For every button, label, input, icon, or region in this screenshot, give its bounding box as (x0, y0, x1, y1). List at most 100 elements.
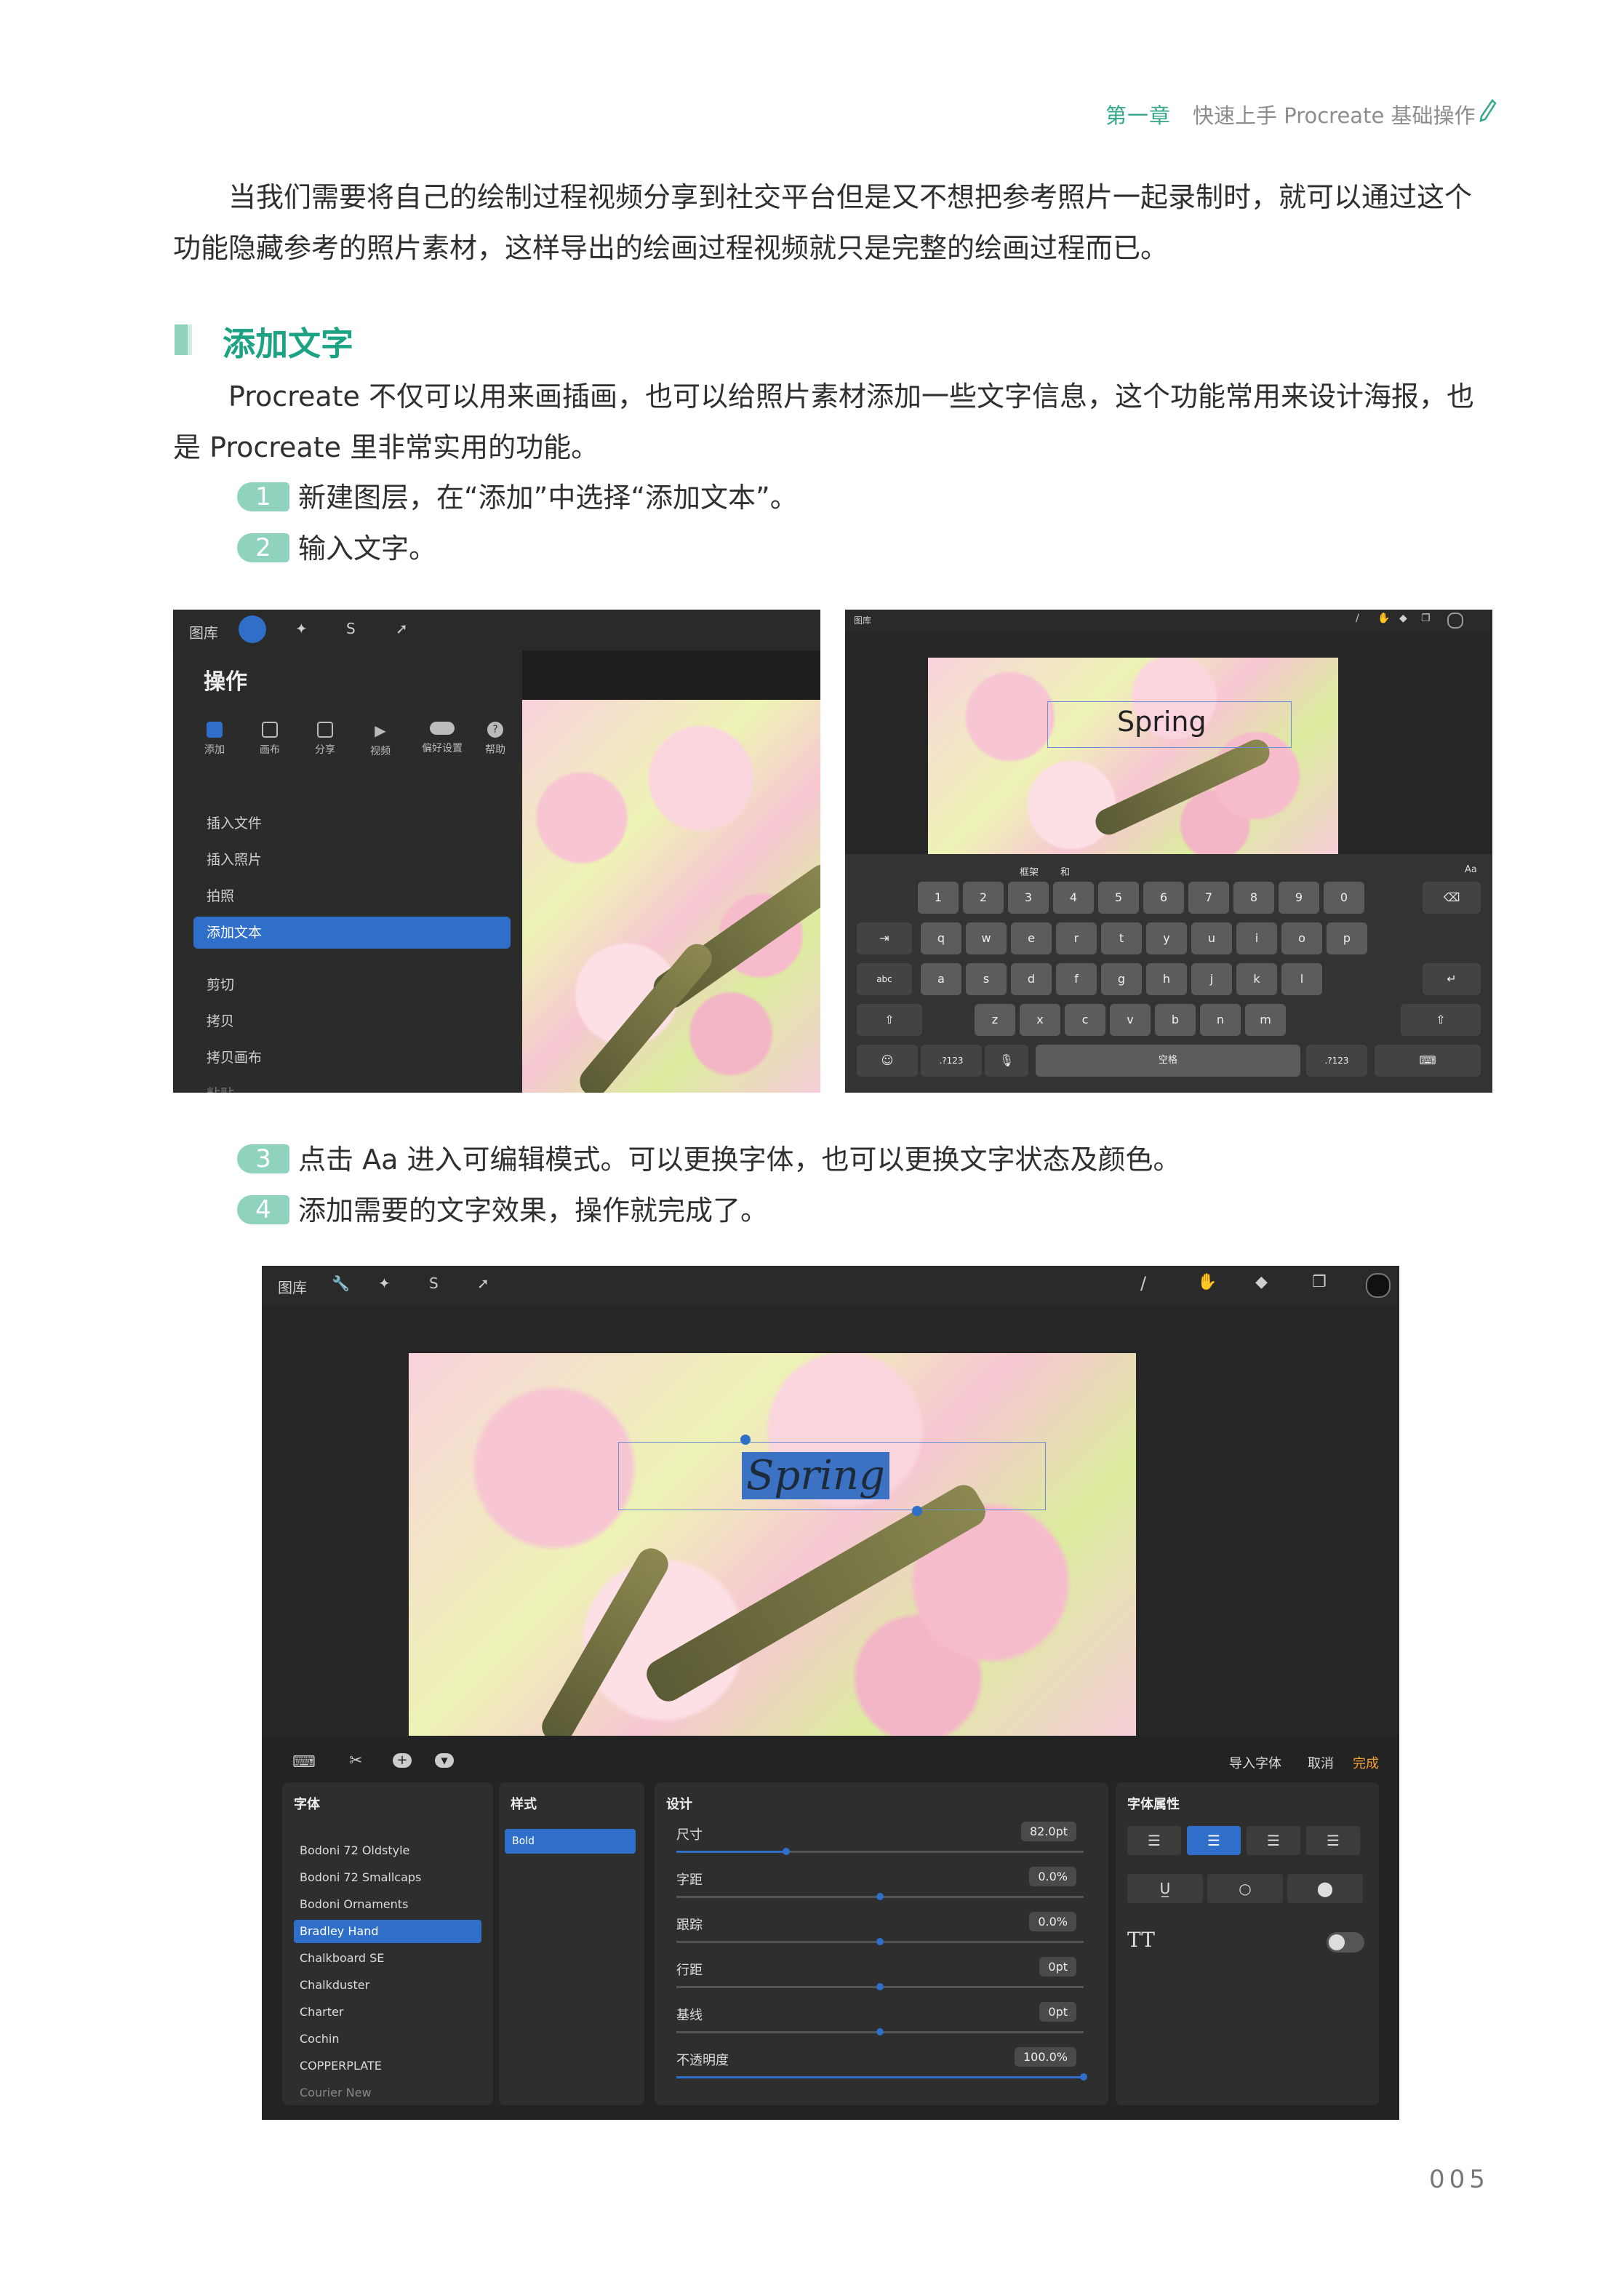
align-left-button[interactable]: ☰ (1127, 1826, 1181, 1855)
shift-key-right[interactable]: ⇧ (1401, 1004, 1481, 1036)
key-r[interactable]: r (1056, 922, 1097, 954)
brush-icon[interactable]: / (1356, 613, 1359, 624)
all-caps-toggle[interactable] (1327, 1932, 1364, 1953)
slider-value[interactable]: 82.0pt (1020, 1822, 1076, 1841)
wrench-icon[interactable] (239, 615, 266, 643)
key-o[interactable]: o (1281, 922, 1322, 954)
gallery-button[interactable]: 图库 (854, 614, 871, 626)
eraser-icon[interactable]: ◆ (1399, 613, 1407, 624)
key-a[interactable]: a (921, 963, 961, 995)
slider-value[interactable]: 0.0% (1029, 1912, 1076, 1931)
font-item[interactable]: Cochin (294, 2027, 481, 2051)
wrench-icon[interactable]: 🔧 (332, 1275, 350, 1292)
font-item[interactable]: Bodoni 72 Oldstyle (294, 1839, 481, 1862)
keyboard-dismiss-icon[interactable]: ⌨ (1375, 1045, 1481, 1077)
slider-track[interactable] (676, 1893, 1084, 1900)
color-picker-icon[interactable] (1366, 1273, 1391, 1298)
keyboard-icon[interactable]: ⌨ (292, 1753, 316, 1771)
key-t[interactable]: t (1101, 922, 1142, 954)
selection-icon[interactable]: S (346, 620, 356, 637)
key-6[interactable]: 6 (1143, 882, 1184, 914)
layers-icon[interactable]: ❐ (1312, 1273, 1327, 1291)
magic-wand-icon[interactable]: ✦ (378, 1275, 391, 1292)
key-k[interactable]: k (1236, 963, 1277, 995)
key-n[interactable]: n (1200, 1004, 1241, 1036)
font-item[interactable]: Charter (294, 2001, 481, 2024)
move-arrow-icon[interactable]: ➚ (396, 620, 408, 637)
outline-button[interactable]: ○ (1207, 1874, 1283, 1903)
menu-copy[interactable]: 拷贝 (193, 1005, 511, 1037)
align-justify-button[interactable]: ☰ (1306, 1826, 1360, 1855)
magic-wand-icon[interactable]: ✦ (295, 620, 308, 637)
key-0[interactable]: 0 (1324, 882, 1364, 914)
tab-preferences[interactable]: 偏好设置 (420, 722, 464, 755)
key-j[interactable]: j (1191, 963, 1232, 995)
font-item[interactable]: Chalkboard SE (294, 1947, 481, 1970)
slider-track[interactable] (676, 1938, 1084, 1945)
tab-key[interactable]: ⇥ (857, 922, 912, 954)
slider-thumb[interactable] (783, 1848, 791, 1855)
slider-value[interactable]: 100.0% (1014, 2047, 1076, 2067)
key-b[interactable]: b (1155, 1004, 1196, 1036)
menu-insert-file[interactable]: 插入文件 (193, 807, 511, 840)
key-3[interactable]: 3 (1008, 882, 1049, 914)
key-5[interactable]: 5 (1098, 882, 1139, 914)
key-w[interactable]: w (966, 922, 1007, 954)
selection-handle[interactable] (912, 1506, 922, 1516)
slider-thumb[interactable] (876, 1938, 884, 1945)
brush-icon[interactable]: / (1140, 1273, 1146, 1293)
key-y[interactable]: y (1146, 922, 1187, 954)
cancel-button[interactable]: 取消 (1308, 1753, 1334, 1772)
tab-add[interactable]: 添加 (196, 722, 233, 757)
menu-copy-canvas[interactable]: 拷贝画布 (193, 1042, 511, 1074)
selection-icon[interactable]: S (429, 1275, 439, 1292)
gallery-button[interactable]: 图库 (278, 1276, 307, 1297)
numbers-key-right[interactable]: .?123 (1306, 1045, 1367, 1077)
key-7[interactable]: 7 (1188, 882, 1229, 914)
tab-share[interactable]: 分享 (307, 722, 343, 757)
slider-thumb[interactable] (876, 1893, 884, 1900)
chevron-down-icon[interactable]: ▼ (435, 1753, 454, 1768)
key-s[interactable]: s (966, 963, 1007, 995)
slider-value[interactable]: 0.0% (1029, 1867, 1076, 1886)
vertical-text-button[interactable]: ⬤ (1287, 1874, 1363, 1903)
font-item[interactable]: Bodoni 72 Smallcaps (294, 1866, 481, 1889)
menu-take-photo[interactable]: 拍照 (193, 880, 511, 912)
selection-handle[interactable] (740, 1435, 751, 1445)
key-f[interactable]: f (1056, 963, 1097, 995)
underline-button[interactable]: U̲ (1127, 1874, 1203, 1903)
key-p[interactable]: p (1327, 922, 1367, 954)
menu-insert-photo[interactable]: 插入照片 (193, 844, 511, 876)
tab-video[interactable]: ▶ 视频 (362, 722, 399, 758)
key-m[interactable]: m (1245, 1004, 1286, 1036)
font-item[interactable]: Bradley Hand (294, 1920, 481, 1943)
menu-add-text[interactable]: 添加文本 (193, 917, 511, 949)
key-8[interactable]: 8 (1233, 882, 1274, 914)
key-d[interactable]: d (1011, 963, 1052, 995)
key-1[interactable]: 1 (918, 882, 959, 914)
eraser-icon[interactable]: ◆ (1255, 1273, 1268, 1291)
key-q[interactable]: q (921, 922, 961, 954)
font-item[interactable]: Chalkduster (294, 1974, 481, 1997)
slider-thumb[interactable] (876, 1983, 884, 1990)
tab-canvas[interactable]: 画布 (252, 722, 288, 757)
suggestion[interactable]: 和 (1060, 864, 1070, 878)
emoji-key[interactable]: ☺ (857, 1045, 918, 1077)
layers-icon[interactable]: ❐ (1421, 613, 1431, 624)
key-l[interactable]: l (1281, 963, 1322, 995)
key-c[interactable]: c (1065, 1004, 1105, 1036)
suggestion[interactable]: 框架 (1020, 864, 1039, 878)
import-font-button[interactable]: 导入字体 (1229, 1753, 1281, 1772)
font-item[interactable]: Courier New (294, 2081, 481, 2105)
selected-text[interactable]: Spring (742, 1452, 889, 1499)
color-picker-icon[interactable] (1447, 613, 1463, 629)
key-h[interactable]: h (1146, 963, 1187, 995)
slider-track[interactable] (676, 1848, 1084, 1855)
smudge-icon[interactable]: ✋ (1377, 613, 1390, 624)
font-item[interactable]: Bodoni Ornaments (294, 1893, 481, 1916)
add-icon[interactable]: + (393, 1753, 412, 1768)
key-4[interactable]: 4 (1053, 882, 1094, 914)
slider-track[interactable] (676, 1983, 1084, 1990)
move-arrow-icon[interactable]: ➚ (477, 1275, 489, 1292)
style-item-selected[interactable]: Bold (505, 1829, 636, 1854)
